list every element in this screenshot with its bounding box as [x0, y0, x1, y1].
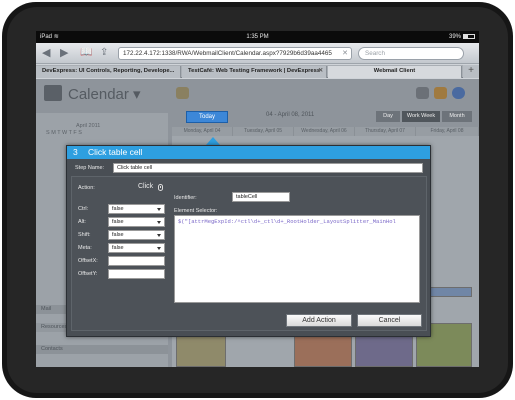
view-day-button[interactable]: Day — [376, 111, 400, 122]
calendar-icon — [44, 85, 62, 101]
add-action-button[interactable]: Add Action — [286, 314, 352, 327]
new-appointment-icon[interactable] — [176, 87, 189, 99]
date-range: 04 - April 08, 2011 — [266, 112, 315, 118]
plus-icon[interactable]: + — [463, 65, 479, 78]
day-header[interactable]: Thursday, April 07 — [355, 127, 416, 136]
back-arrow-icon[interactable]: ◀ — [42, 46, 50, 60]
day-header[interactable]: Monday, April 04 — [172, 127, 233, 136]
battery-icon — [463, 34, 475, 39]
page-title[interactable]: Calendar ▾ — [68, 85, 141, 103]
dialog-title: Click table cell — [88, 147, 143, 157]
offset-y-field[interactable] — [108, 269, 165, 279]
battery-percent: 39% — [448, 34, 461, 40]
action-label: Action: — [78, 185, 95, 191]
mini-calendar[interactable]: April 2011 S M T W T F S — [46, 123, 100, 137]
view-month-button[interactable]: Month — [442, 111, 472, 122]
element-selector-textarea[interactable]: $("[attrMegExpId:/^ctl\d+_ctl\d+_RootHol… — [174, 215, 420, 303]
mouse-icon — [158, 184, 163, 191]
identifier-field[interactable]: tableCell — [232, 192, 290, 202]
status-right: 39% — [449, 31, 475, 43]
ctrl-value: false — [112, 206, 124, 212]
ctrl-select[interactable]: false — [108, 204, 165, 214]
browser-toolbar: ◀ ▶ 📖 ⇪ 172.22.4.172:1338/RWA/WebmailCli… — [36, 43, 479, 64]
tab-testcafe[interactable]: TestCafé: Web Testing Framework | DevExp… — [182, 66, 327, 78]
meta-label: Meta: — [78, 245, 92, 251]
shift-value: false — [112, 232, 124, 238]
step-editor-dialog: 3 Click table cell Step Name: Click tabl… — [66, 145, 431, 337]
callout-pointer — [206, 137, 220, 145]
shift-label: Shift: — [78, 232, 91, 238]
step-name-label: Step Name: — [75, 165, 105, 171]
view-work-week-button[interactable]: Work Week — [402, 111, 440, 122]
meta-select[interactable]: false — [108, 243, 165, 253]
element-selector-label: Element Selector: — [174, 208, 218, 214]
day-header[interactable]: Wednesday, April 06 — [294, 127, 355, 136]
status-bar: iPad ≋ 1:35 PM 39% — [36, 31, 479, 43]
chevron-down-icon — [157, 208, 161, 211]
ctrl-label: Ctrl: — [78, 206, 89, 212]
element-selector-value: $("[attrMegExpId:/^ctl\d+_ctl\d+_RootHol… — [178, 218, 396, 225]
print-icon[interactable] — [416, 87, 429, 99]
action-value: Click — [138, 183, 154, 190]
tab-label: TestCafé: Web Testing Framework | DevExp… — [188, 68, 321, 74]
offset-x-label: OffsetX: — [78, 258, 98, 264]
shift-select[interactable]: false — [108, 230, 165, 240]
step-name-value: Click table cell — [117, 165, 153, 171]
mini-calendar-month: April 2011 — [76, 123, 101, 129]
chevron-down-icon — [157, 221, 161, 224]
status-time: 1:35 PM — [246, 34, 269, 40]
help-icon[interactable] — [452, 87, 465, 99]
step-number: 3 — [73, 147, 78, 157]
step-name-field[interactable]: Click table cell — [113, 163, 423, 173]
identifier-label: Identifier: — [174, 195, 197, 201]
dialog-title-bar: 3 Click table cell — [67, 146, 430, 159]
tab-label: DevExpress: UI Controls, Reporting, Deve… — [42, 68, 175, 74]
alt-value: false — [112, 219, 124, 225]
panel-contacts[interactable]: Contacts — [36, 345, 168, 354]
tab-devexpress[interactable]: DevExpress: UI Controls, Reporting, Deve… — [36, 66, 181, 78]
share-icon[interactable]: ⇪ — [100, 46, 108, 60]
search-input[interactable]: Search — [358, 47, 464, 60]
day-header[interactable]: Tuesday, April 05 — [233, 127, 294, 136]
alt-label: Alt: — [78, 219, 86, 225]
tab-label: Webmail Client — [373, 68, 416, 74]
today-button[interactable]: Today — [186, 111, 228, 123]
mini-calendar-weekdays: S M T W T F S — [46, 130, 82, 136]
tab-webmail-client[interactable]: Webmail Client — [328, 66, 462, 78]
day-header[interactable]: Friday, April 08 — [416, 127, 479, 136]
options-icon[interactable] — [434, 87, 447, 99]
url-bar[interactable]: 172.22.4.172:1338/RWA/WebmailClient/Cale… — [118, 47, 352, 60]
identifier-value: tableCell — [236, 194, 258, 200]
alt-select[interactable]: false — [108, 217, 165, 227]
url-text: 172.22.4.172:1338/RWA/WebmailClient/Cale… — [123, 50, 332, 57]
offset-y-label: OffsetY: — [78, 271, 98, 277]
close-icon[interactable]: ✕ — [318, 66, 323, 77]
search-placeholder: Search — [365, 50, 385, 57]
chevron-down-icon — [157, 234, 161, 237]
forward-arrow-icon[interactable]: ▶ — [60, 46, 68, 60]
meta-value: false — [112, 245, 124, 251]
chevron-down-icon — [157, 247, 161, 250]
browser-tab-bar: DevExpress: UI Controls, Reporting, Deve… — [36, 65, 479, 78]
reload-icon[interactable]: ✕ — [342, 48, 348, 59]
bookmarks-icon[interactable]: 📖 — [80, 46, 92, 60]
cancel-button[interactable]: Cancel — [357, 314, 422, 327]
offset-x-field[interactable] — [108, 256, 165, 266]
calendar-title: Calendar — [68, 86, 129, 103]
